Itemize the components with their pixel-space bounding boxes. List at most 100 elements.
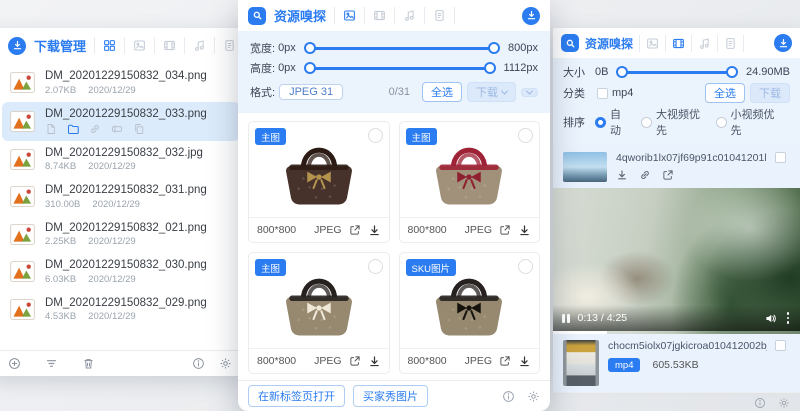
link-icon[interactable] <box>639 169 651 181</box>
select-circle[interactable] <box>518 259 533 274</box>
file-row[interactable]: DM_20201229150832_029.png 4.53KB 2020/12/… <box>2 291 240 329</box>
info-icon[interactable] <box>192 357 205 370</box>
download-all-button[interactable] <box>522 6 540 25</box>
filter-icon[interactable] <box>45 357 58 370</box>
video-filter-icon[interactable] <box>154 37 184 54</box>
open-new-tab-button[interactable]: 在新标签页打开 <box>248 385 345 407</box>
info-icon[interactable] <box>502 390 515 403</box>
sort-option-auto[interactable]: 自动 <box>595 106 627 138</box>
settings-icon[interactable] <box>219 357 232 370</box>
download-all-button[interactable] <box>774 34 792 52</box>
select-all-button[interactable]: 全选 <box>422 82 462 102</box>
file-row[interactable]: DM_20201229150832_032.jpg 8.74KB 2020/12/… <box>2 141 240 179</box>
slider-handle-max[interactable] <box>483 62 496 74</box>
tab-documents-icon[interactable] <box>424 7 456 24</box>
rename-icon[interactable] <box>111 123 123 135</box>
video-checkbox[interactable] <box>775 152 786 163</box>
sort-label: 排序 <box>563 117 585 129</box>
open-in-new-icon[interactable] <box>499 224 511 236</box>
settings-icon[interactable] <box>778 397 790 409</box>
video-item[interactable]: chocm5iolx07jgkicroa010412002bj40e0... m… <box>553 334 800 392</box>
info-icon[interactable] <box>754 397 766 409</box>
image-card[interactable]: SKU图片 800*800 JPEG <box>398 252 540 374</box>
image-sniffer-panel: 资源嗅探 宽度: 0px 800px 高度: 0px 1112px 格式: JP… <box>238 0 550 411</box>
download-image-icon[interactable] <box>368 224 381 237</box>
width-range-slider[interactable] <box>303 42 501 55</box>
size-range-slider[interactable] <box>616 66 738 79</box>
video-name: chocm5iolx07jgkicroa010412002bj40e0... <box>608 340 767 352</box>
video-player[interactable]: 0:13 / 4:25 <box>553 188 800 334</box>
tab-images-icon[interactable] <box>639 34 665 52</box>
select-all-button[interactable]: 全选 <box>705 83 745 103</box>
file-row-selected[interactable]: DM_20201229150832_033.png <box>2 101 240 141</box>
copy-icon[interactable] <box>133 123 145 135</box>
slider-handle-max[interactable] <box>488 42 501 54</box>
select-circle[interactable] <box>518 128 533 143</box>
video-sniffer-title: 资源嗅探 <box>585 36 634 51</box>
tab-videos-icon[interactable] <box>364 7 394 24</box>
playback-time: 0:13 / 4:25 <box>577 312 628 324</box>
video-progress-bar[interactable] <box>553 331 800 334</box>
file-name: DM_20201229150832_030.png <box>45 259 207 271</box>
video-checkbox[interactable] <box>775 340 786 351</box>
tab-videos-icon[interactable] <box>665 34 691 52</box>
chevron-down-icon <box>500 87 509 95</box>
file-row[interactable]: DM_20201229150832_021.png 2.25KB 2020/12/… <box>2 216 240 254</box>
music-filter-icon[interactable] <box>184 37 214 54</box>
download-image-icon[interactable] <box>518 355 531 368</box>
download-image-icon[interactable] <box>518 224 531 237</box>
grid-view-icon[interactable] <box>94 37 124 54</box>
width-max-value: 800px <box>508 42 538 54</box>
tab-music-icon[interactable] <box>394 7 424 24</box>
mp4-checkbox[interactable] <box>597 87 608 99</box>
video-item[interactable]: 4qworib1lx07jf69p91c01041201lzrx0e0... <box>553 146 800 188</box>
volume-icon[interactable] <box>764 312 777 325</box>
select-circle[interactable] <box>367 128 383 143</box>
sort-option-large-first[interactable]: 大视频优先 <box>640 106 702 138</box>
open-in-new-icon[interactable] <box>349 224 361 236</box>
more-options-icon[interactable] <box>785 312 792 324</box>
file-row[interactable]: DM_20201229150832_031.png 310.00B 2020/12… <box>2 178 240 216</box>
height-range-slider[interactable] <box>303 62 496 75</box>
image-card[interactable]: 主图 800*800 JPEG <box>248 121 390 243</box>
buyer-show-button[interactable]: 买家秀图片 <box>353 385 428 407</box>
image-card[interactable]: 主图 800*800 JPEG <box>248 252 390 374</box>
image-filter-icon[interactable] <box>124 37 154 54</box>
slider-track <box>307 46 497 50</box>
download-video-icon[interactable] <box>616 169 628 181</box>
slider-handle-min[interactable] <box>303 42 316 54</box>
download-image-icon[interactable] <box>368 355 381 368</box>
plus-circle-icon[interactable] <box>8 357 21 370</box>
radio-icon <box>640 116 652 128</box>
video-thumbnail <box>563 152 607 182</box>
sort-option-small-first[interactable]: 小视频优先 <box>715 106 777 138</box>
file-date: 2020/12/29 <box>88 84 136 96</box>
tab-images-icon[interactable] <box>334 7 364 24</box>
radio-selected-icon <box>595 116 606 128</box>
slider-handle-min[interactable] <box>616 66 629 78</box>
file-row[interactable]: DM_20201229150832_030.png 6.03KB 2020/12/… <box>2 253 240 291</box>
open-in-new-icon[interactable] <box>662 169 674 181</box>
image-sniffer-title: 资源嗅探 <box>274 9 327 24</box>
category-label: 分类 <box>563 88 585 100</box>
tab-music-icon[interactable] <box>691 34 717 52</box>
folder-icon[interactable] <box>67 123 79 135</box>
pause-button[interactable] <box>562 313 570 323</box>
settings-icon[interactable] <box>527 390 540 403</box>
slider-handle-max[interactable] <box>725 66 738 78</box>
image-card[interactable]: 主图 800*800 JPEG <box>398 121 540 243</box>
collapse-button[interactable] <box>521 87 538 97</box>
file-icon[interactable] <box>45 123 57 135</box>
file-size: 2.25KB <box>45 236 77 247</box>
slider-handle-min[interactable] <box>303 62 316 74</box>
open-in-new-icon[interactable] <box>349 355 361 367</box>
download-button[interactable]: 下载 <box>750 83 790 103</box>
file-row[interactable]: DM_20201229150832_034.png 2.07KB 2020/12/… <box>2 64 240 102</box>
tab-documents-icon[interactable] <box>717 34 745 52</box>
select-circle[interactable] <box>367 259 383 274</box>
trash-icon[interactable] <box>82 357 95 370</box>
format-chip[interactable]: JPEG 31 <box>279 84 344 100</box>
link-icon[interactable] <box>89 123 101 135</box>
open-in-new-icon[interactable] <box>499 355 511 367</box>
download-button[interactable]: 下载 <box>467 82 516 102</box>
